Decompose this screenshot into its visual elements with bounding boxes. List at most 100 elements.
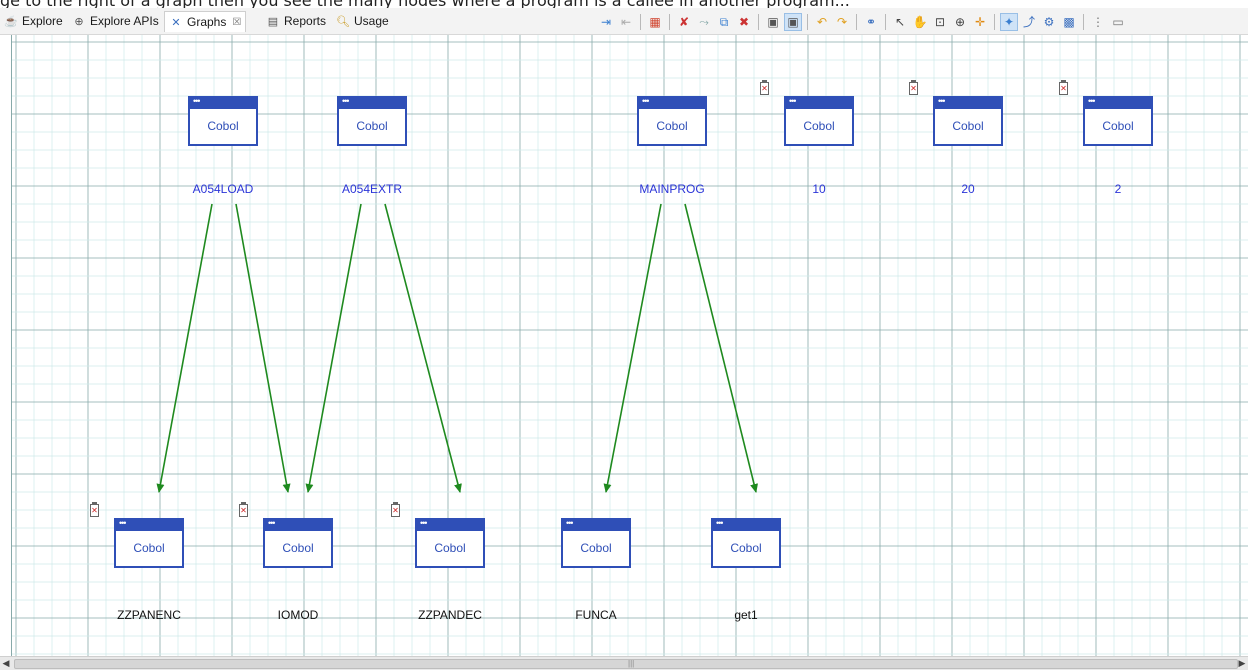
cobol-node[interactable]: ••• Cobol [933, 96, 1003, 146]
tab-reports[interactable]: ▤ Reports [266, 11, 326, 31]
node-name-label[interactable]: A054LOAD [163, 182, 283, 196]
node-title-bar: ••• [935, 97, 1001, 109]
close-icon[interactable]: ☒ [232, 17, 241, 28]
delete-selected-icon[interactable]: ✖ [736, 14, 752, 30]
tab-usage-label: Usage [354, 14, 389, 28]
collapse-icon[interactable]: ⇤ [618, 14, 634, 30]
cobol-node[interactable]: ••• Cobol [415, 518, 485, 568]
layout-icon[interactable]: ▦ [647, 14, 663, 30]
center-icon[interactable]: ✛ [972, 14, 988, 30]
node-type-label: Cobol [207, 119, 239, 133]
node-title-bar: ••• [639, 97, 705, 109]
node-title-bar: ••• [563, 519, 629, 531]
node-type-label: Cobol [952, 119, 984, 133]
call-edge[interactable] [384, 203, 462, 493]
view-toolbar: ☕ Explore ⊕ Explore APIs ✕ Graphs ☒ ▤ Re… [0, 8, 1248, 35]
cobol-node[interactable]: ••• Cobol [1083, 96, 1153, 146]
remove-edge-icon[interactable]: ⤳ [696, 14, 712, 30]
toolbar-separator [758, 14, 759, 30]
scroll-right-icon[interactable]: ▶ [1236, 657, 1248, 669]
error-mark: ✕ [392, 506, 399, 515]
toolbar-separator [994, 14, 995, 30]
expand-icon[interactable]: ⇥ [598, 14, 614, 30]
toolbar-separator [807, 14, 808, 30]
more-icon[interactable]: ⋮ [1090, 14, 1106, 30]
zoom-icon[interactable]: ⊕ [952, 14, 968, 30]
node-type-label: Cobol [803, 119, 835, 133]
node-name-label[interactable]: IOMOD [238, 608, 358, 622]
node-name-label[interactable]: FUNCA [536, 608, 656, 622]
node-name-label[interactable]: 20 [908, 182, 1028, 196]
graph-icon: ✕ [171, 16, 181, 29]
call-edge[interactable] [305, 203, 362, 493]
node-type-label: Cobol [434, 541, 466, 555]
toolbar-separator [885, 14, 886, 30]
tab-explore-label: Explore [22, 14, 63, 28]
pan-icon[interactable]: ✋ [912, 14, 928, 30]
top-cut-text: ge to the right of a graph then you see … [0, 0, 1248, 8]
graph-canvas[interactable]: ••• Cobol A054LOAD ••• Cobol A054EXTR ••• Cobol… [11, 35, 1248, 656]
cobol-node[interactable]: ••• Cobol [561, 518, 631, 568]
group-icon[interactable]: ▣ [765, 14, 781, 30]
zoom-box-icon[interactable]: ⊡ [932, 14, 948, 30]
node-title-bar: ••• [786, 97, 852, 109]
cobol-node[interactable]: ••• Cobol [337, 96, 407, 146]
connect-icon[interactable]: ⚭ [863, 14, 879, 30]
error-mark: ✕ [91, 506, 98, 515]
node-type-label: Cobol [356, 119, 388, 133]
cup-icon: ☕ [4, 15, 18, 28]
node-name-label[interactable]: A054EXTR [312, 182, 432, 196]
grid-icon[interactable]: ▩ [1061, 14, 1077, 30]
tab-graphs[interactable]: ✕ Graphs ☒ [164, 11, 247, 32]
settings-icon[interactable]: ⚙ [1041, 14, 1057, 30]
tab-explore-apis[interactable]: ⊕ Explore APIs [72, 11, 158, 31]
scroll-left-icon[interactable]: ◀ [0, 657, 12, 669]
group-toggle-icon[interactable]: ▣ [784, 13, 802, 31]
node-name-label[interactable]: MAINPROG [612, 182, 732, 196]
cobol-node[interactable]: ••• Cobol [114, 518, 184, 568]
call-edge[interactable] [603, 203, 662, 493]
error-mark: ✕ [1060, 84, 1067, 93]
filter-icon[interactable]: ⧉ [716, 14, 732, 30]
horizontal-scrollbar[interactable]: ◀ ||| ▶ [0, 656, 1248, 670]
call-edge[interactable] [684, 203, 758, 493]
node-title-bar: ••• [417, 519, 483, 531]
node-name-label[interactable]: 2 [1058, 182, 1178, 196]
node-title-bar: ••• [1085, 97, 1151, 109]
node-type-label: Cobol [282, 541, 314, 555]
scrollbar-thumb[interactable] [14, 659, 1238, 669]
node-title-bar: ••• [116, 519, 182, 531]
remove-node-icon[interactable]: ✘ [676, 14, 692, 30]
node-name-label[interactable]: ZZPANDEC [390, 608, 510, 622]
node-name-label[interactable]: 10 [759, 182, 879, 196]
cobol-node[interactable]: ••• Cobol [263, 518, 333, 568]
node-title-bar: ••• [190, 97, 256, 109]
scrollbar-grip: ||| [628, 659, 635, 668]
call-edge[interactable] [156, 203, 213, 493]
tab-explore[interactable]: ☕ Explore [4, 11, 63, 31]
tab-usage[interactable]: 🔍︎ Usage [336, 11, 389, 31]
node-name-label[interactable]: ZZPANENC [89, 608, 209, 622]
cobol-node[interactable]: ••• Cobol [784, 96, 854, 146]
usage-icon: 🔍︎ [336, 15, 350, 28]
select-icon[interactable]: ↖ [892, 14, 908, 30]
cobol-node[interactable]: ••• Cobol [711, 518, 781, 568]
redo-icon[interactable]: ↷ [834, 14, 850, 30]
error-mark: ✕ [910, 84, 917, 93]
minimize-icon[interactable]: ▭ [1110, 14, 1126, 30]
undo-icon[interactable]: ↶ [814, 14, 830, 30]
cobol-node[interactable]: ••• Cobol [637, 96, 707, 146]
graph-tools: ⇥ ⇤ ▦ ✘ ⤳ ⧉ ✖ ▣ ▣ ↶ ↷ ⚭ ↖ ✋ ⊡ ⊕ ✛ ✦ ⤴ ⚙ … [598, 13, 1130, 31]
error-clipboard-icon: ✕ [90, 502, 99, 517]
call-edge[interactable] [235, 203, 291, 493]
cobol-node[interactable]: ••• Cobol [188, 96, 258, 146]
node-type-label: Cobol [133, 541, 165, 555]
node-type-label: Cobol [656, 119, 688, 133]
error-mark: ✕ [761, 84, 768, 93]
highlight-icon[interactable]: ✦ [1000, 13, 1018, 31]
route-icon[interactable]: ⤴ [1021, 14, 1037, 30]
error-clipboard-icon: ✕ [239, 502, 248, 517]
error-clipboard-icon: ✕ [760, 80, 769, 95]
node-type-label: Cobol [580, 541, 612, 555]
node-name-label[interactable]: get1 [686, 608, 806, 622]
